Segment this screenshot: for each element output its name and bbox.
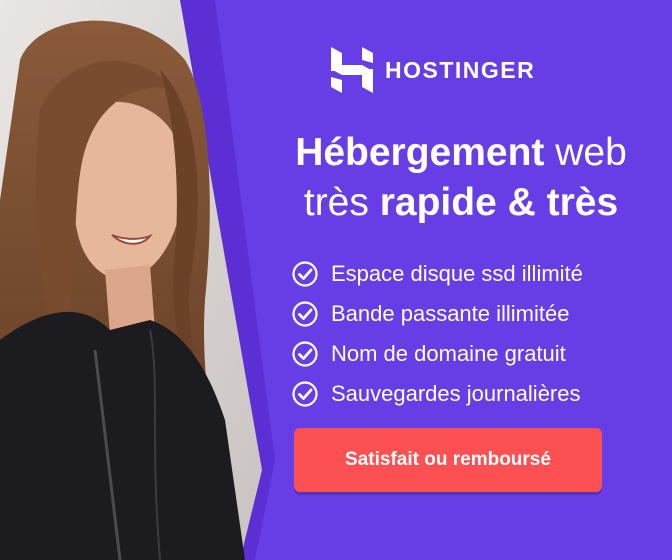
feature-item: Bande passante illimitée — [292, 294, 583, 334]
feature-label: Sauvegardes journalières — [331, 381, 581, 406]
feature-item: Espace disque ssd illimité — [292, 254, 583, 294]
ad-content: HOSTINGER Hébergement web très rapide & … — [250, 0, 672, 560]
hostinger-h-icon — [331, 47, 373, 93]
feature-item: Nom de domaine gratuit — [292, 334, 583, 374]
check-circle-icon — [292, 301, 318, 327]
feature-label: Nom de domaine gratuit — [331, 341, 566, 366]
headline-line2-light: très — [303, 181, 369, 224]
feature-list: Espace disque ssd illimité Bande passant… — [292, 254, 583, 414]
headline-line2-bold: rapide & très — [379, 181, 619, 224]
brand-name: HOSTINGER — [385, 56, 536, 83]
check-circle-icon — [292, 261, 318, 287]
feature-item: Sauvegardes journalières — [292, 374, 583, 414]
check-circle-icon — [292, 341, 318, 367]
headline-line1-light: web — [555, 131, 627, 174]
feature-label: Espace disque ssd illimité — [331, 261, 583, 286]
satisfied-or-refunded-button[interactable]: Satisfait ou remboursé — [294, 428, 602, 492]
headline-line1-bold: Hébergement — [295, 131, 545, 174]
hostinger-ad-banner[interactable]: HOSTINGER Hébergement web très rapide & … — [0, 0, 672, 560]
headline: Hébergement web très rapide & très — [250, 128, 672, 228]
feature-label: Bande passante illimitée — [331, 301, 570, 326]
hostinger-logo[interactable]: HOSTINGER — [331, 47, 535, 93]
check-circle-icon — [292, 381, 318, 407]
